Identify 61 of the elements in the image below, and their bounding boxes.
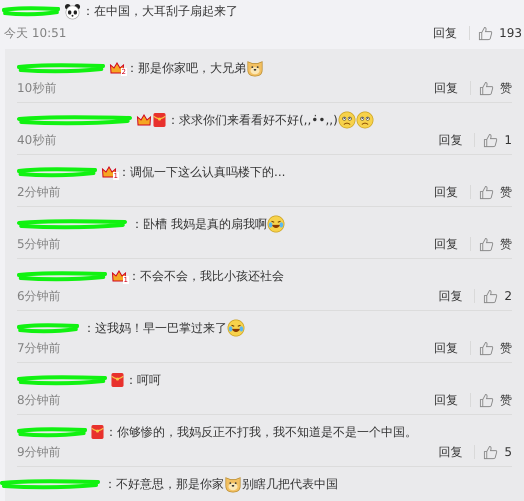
thumbs-up-icon bbox=[479, 80, 494, 96]
crying-laughing-face-icon bbox=[266, 215, 285, 233]
dog-face-icon bbox=[224, 475, 242, 493]
comment-text: ：卧槽 我妈是真的扇我啊 bbox=[131, 216, 267, 232]
timestamp: 9分钟前 bbox=[17, 444, 62, 460]
thumbs-up-icon bbox=[479, 392, 494, 408]
like-button[interactable]: 赞 bbox=[479, 80, 512, 96]
timestamp: 40秒前 bbox=[17, 132, 58, 148]
like-button[interactable]: 赞 bbox=[479, 340, 512, 356]
timestamp: 10秒前 bbox=[17, 80, 58, 96]
thumbs-up-icon bbox=[483, 444, 498, 460]
comment-text: ：不会不会，我比小孩还社会 bbox=[128, 268, 284, 284]
comment-text: ：在中国，大耳刮子扇起来了 bbox=[82, 2, 238, 20]
comment-text: ：你够惨的，我妈反正不打我，我不知道是不是一个中国。 bbox=[105, 424, 417, 440]
comment-text: 别瞎几把代表中国 bbox=[242, 476, 338, 492]
reply-button[interactable]: 回复 bbox=[438, 132, 462, 148]
thumbs-up-icon bbox=[483, 288, 498, 304]
like-button[interactable]: 193 bbox=[478, 26, 522, 40]
envelope-icon bbox=[91, 424, 104, 440]
reply-button[interactable]: 回复 bbox=[433, 24, 458, 42]
thumbs-up-icon bbox=[479, 184, 494, 200]
timestamp: 6分钟前 bbox=[17, 288, 62, 304]
redaction-scribble bbox=[2, 5, 60, 17]
reply-button[interactable]: 回复 bbox=[434, 80, 458, 96]
like-button[interactable]: 赞 bbox=[479, 236, 512, 252]
dog-face-icon bbox=[246, 59, 264, 77]
thumbs-up-icon bbox=[479, 340, 494, 356]
envelope-icon bbox=[111, 372, 124, 388]
timestamp: 5分钟前 bbox=[17, 236, 62, 252]
timestamp: 今天 10:51 bbox=[4, 24, 68, 42]
like-button[interactable]: 2 bbox=[483, 288, 512, 304]
comment-text: ：求求你们来看看好不好(,,•̇•,,) bbox=[167, 112, 338, 128]
comment-text: ：这我妈！早一巴掌过来了 bbox=[83, 320, 227, 336]
reply-button[interactable]: 回复 bbox=[434, 184, 458, 200]
like-button[interactable]: 1 bbox=[483, 132, 512, 148]
reply-button[interactable]: 回复 bbox=[434, 236, 458, 252]
envelope-icon bbox=[153, 112, 166, 128]
crying-laughing-face-icon bbox=[227, 319, 245, 337]
thumbs-up-icon bbox=[479, 236, 494, 252]
crown-icon bbox=[136, 112, 152, 128]
timestamp: 8分钟前 bbox=[17, 392, 62, 408]
reply-button[interactable]: 回复 bbox=[434, 340, 458, 356]
thumbs-up-icon bbox=[478, 26, 494, 40]
like-button[interactable]: 赞 bbox=[479, 392, 512, 408]
comment-text: ：那是你家吧，大兄弟 bbox=[126, 60, 246, 76]
redaction-scribble bbox=[17, 426, 87, 438]
comment-text: ：不好意思，那是你家 bbox=[104, 476, 224, 492]
like-button[interactable]: 5 bbox=[483, 444, 512, 460]
timestamp: 7分钟前 bbox=[17, 340, 62, 356]
timestamp: 2分钟前 bbox=[17, 184, 62, 200]
sad-face-icon bbox=[338, 111, 356, 129]
sad-face-icon bbox=[356, 111, 374, 129]
panda-icon bbox=[64, 2, 81, 20]
reply-button[interactable]: 回复 bbox=[438, 288, 462, 304]
reply-button[interactable]: 回复 bbox=[434, 392, 458, 408]
like-button[interactable]: 赞 bbox=[479, 184, 512, 200]
comment-text: ：调侃一下这么认真吗楼下的... bbox=[118, 164, 286, 180]
reply-button[interactable]: 回复 bbox=[438, 444, 462, 460]
thumbs-up-icon bbox=[483, 132, 498, 148]
comment-text: ：呵呵 bbox=[125, 372, 161, 388]
redaction-scribble bbox=[17, 322, 79, 334]
